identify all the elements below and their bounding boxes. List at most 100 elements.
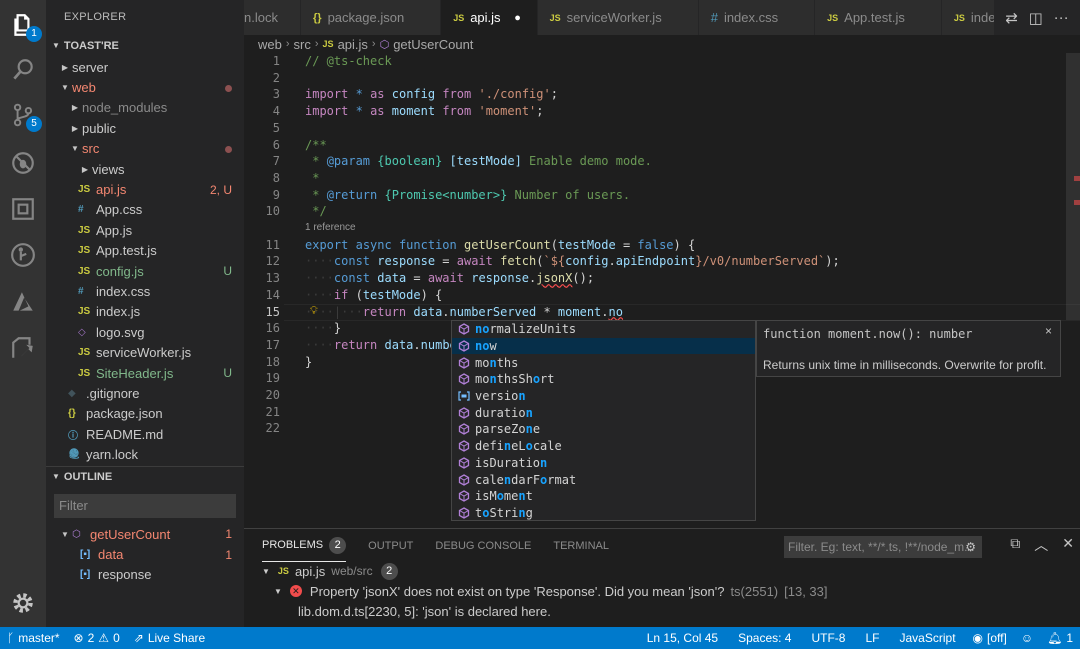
- split-editor-icon[interactable]: ◫: [1029, 9, 1043, 27]
- breadcrumb-item[interactable]: src: [294, 37, 311, 52]
- end-of-line[interactable]: LF: [855, 627, 889, 649]
- workspace-root-header[interactable]: ▼ TOAST'RE: [46, 35, 244, 57]
- open-changes-icon[interactable]: ⇄: [1005, 9, 1018, 27]
- code-line: 1 // @ts-check: [244, 53, 1064, 70]
- feedback-button[interactable]: ☺: [1014, 627, 1040, 649]
- tree-item-config-js[interactable]: JS config.js U: [46, 261, 244, 281]
- tree-item-app-css[interactable]: # App.css: [46, 200, 244, 220]
- live-share-status[interactable]: ⇗ Live Share: [127, 627, 212, 649]
- close-icon[interactable]: ×: [1045, 324, 1052, 338]
- suggestion-label: isMoment: [475, 489, 533, 504]
- close-panel-icon[interactable]: ✕: [1062, 535, 1074, 555]
- variable-icon: [457, 390, 470, 403]
- tree-item--gitignore[interactable]: ◆ .gitignore: [46, 383, 244, 403]
- outline-filter-input[interactable]: Filter: [54, 494, 236, 518]
- tab-index-css[interactable]: # index.css: [698, 0, 816, 35]
- dirty-indicator-icon[interactable]: ●: [511, 12, 525, 24]
- encoding[interactable]: UTF-8: [801, 627, 855, 649]
- settings-gear-icon[interactable]: [8, 588, 38, 618]
- breadcrumb-item[interactable]: web: [258, 37, 282, 52]
- tree-item-serviceworker-js[interactable]: JS serviceWorker.js: [46, 342, 244, 362]
- tree-item-src[interactable]: ▼ src: [46, 139, 244, 159]
- problems-file-row[interactable]: ▼ JS api.js web/src 2: [262, 561, 398, 581]
- azure-icon[interactable]: [8, 287, 38, 317]
- filter-options-icon[interactable]: ⚙: [965, 536, 976, 558]
- collapse-all-icon[interactable]: ⧉: [1010, 535, 1020, 555]
- problem-row[interactable]: ▼ ✕ Property 'jsonX' does not exist on t…: [274, 581, 828, 601]
- tree-item-app-js[interactable]: JS App.js: [46, 220, 244, 240]
- explorer-icon[interactable]: 1: [8, 10, 42, 42]
- outline-item-response[interactable]: [▪] response: [46, 565, 244, 585]
- debug-icon[interactable]: [8, 148, 38, 178]
- maximize-panel-icon[interactable]: ︿: [1034, 535, 1048, 555]
- tab-package-json[interactable]: {} package.json: [301, 0, 442, 35]
- suggestion-item[interactable]: defineLocale: [452, 438, 755, 455]
- tab-label: api.js: [470, 10, 501, 25]
- outline-item-data[interactable]: [▪] data 1: [46, 544, 244, 564]
- code-text: // @ts-check: [305, 54, 392, 68]
- problems-filter-input[interactable]: Filter. Eg: text, **/*.ts, !**/node_m...…: [784, 536, 982, 558]
- breadcrumb-item[interactable]: getUserCount: [393, 37, 473, 52]
- panel-tab-output[interactable]: OUTPUT: [368, 529, 413, 562]
- tab-n-lock[interactable]: n.lock: [244, 0, 301, 35]
- problems-status[interactable]: ⊗ 2 ⚠ 0: [67, 627, 127, 649]
- search-icon[interactable]: [8, 55, 38, 85]
- suggestion-item[interactable]: parseZone: [452, 421, 755, 438]
- panel-tab-problems[interactable]: PROBLEMS 2: [262, 529, 347, 562]
- line-number: 12: [265, 254, 280, 269]
- tree-item-views[interactable]: ▶ views: [46, 159, 244, 179]
- suggestion-item[interactable]: calendarFormat: [452, 471, 755, 488]
- suggestion-item[interactable]: toString: [452, 505, 755, 522]
- more-actions-icon[interactable]: ···: [1054, 9, 1069, 26]
- notifications-button[interactable]: 🔔︎ 1: [1040, 627, 1080, 649]
- tree-item-node-modules[interactable]: ▶ node_modules: [46, 98, 244, 118]
- breadcrumb-item[interactable]: api.js: [338, 37, 368, 52]
- suggestion-item[interactable]: version: [452, 388, 755, 405]
- warning-count: 0: [113, 631, 120, 645]
- tree-item-public[interactable]: ▶ public: [46, 118, 244, 138]
- tree-item-server[interactable]: ▶ server: [46, 57, 244, 77]
- tree-item-web[interactable]: ▼ web: [46, 77, 244, 97]
- related-info-row[interactable]: lib.dom.d.ts[2230, 5]: 'json' is declare…: [298, 601, 551, 621]
- suggestion-item[interactable]: isMoment: [452, 488, 755, 505]
- json-file-icon: {}: [313, 11, 322, 24]
- live-share-icon[interactable]: [8, 333, 38, 363]
- outline-item-getusercount[interactable]: ▼ ⬡ getUserCount 1: [46, 524, 244, 544]
- eye-status[interactable]: ◉ [off]: [966, 627, 1014, 649]
- suggestion-item[interactable]: normalizeUnits: [452, 321, 755, 338]
- tab-api-js[interactable]: JS api.js ●: [441, 0, 538, 35]
- chevron-right-icon: ▶: [61, 62, 69, 72]
- tree-item-index-css[interactable]: # index.css: [46, 281, 244, 301]
- tree-item-app-test-js[interactable]: JS App.test.js: [46, 241, 244, 261]
- tab-serviceworker-js[interactable]: JS serviceWorker.js: [537, 0, 699, 35]
- editor-scrollbar[interactable]: [1066, 53, 1080, 320]
- codelens-references[interactable]: 1 reference: [305, 222, 356, 233]
- tab-app-test-js[interactable]: JS App.test.js: [815, 0, 942, 35]
- extensions-icon[interactable]: [8, 194, 38, 224]
- tree-item-logo-svg[interactable]: ◇ logo.svg: [46, 322, 244, 342]
- outline-header[interactable]: ▼ OUTLINE: [46, 466, 244, 488]
- suggestion-item[interactable]: now: [452, 337, 755, 355]
- tree-item-index-js[interactable]: JS index.js: [46, 302, 244, 322]
- language-mode[interactable]: JavaScript: [890, 627, 966, 649]
- tree-item-siteheader-js[interactable]: JS SiteHeader.js U: [46, 363, 244, 383]
- tree-item-api-js[interactable]: JS api.js 2, U: [46, 179, 244, 199]
- gitlens-icon[interactable]: [8, 240, 38, 270]
- tree-item-yarn-lock[interactable]: 🧶︎ yarn.lock: [46, 444, 244, 464]
- cursor-position[interactable]: Ln 15, Col 45: [637, 627, 728, 649]
- method-icon: [457, 356, 470, 369]
- suggestion-item[interactable]: monthsShort: [452, 371, 755, 388]
- chevron-right-icon: ▶: [71, 103, 79, 113]
- panel-tab-debug-console[interactable]: DEBUG CONSOLE: [435, 529, 531, 562]
- source-control-icon[interactable]: 5: [8, 100, 42, 132]
- chevron-down-icon: ▼: [274, 586, 282, 596]
- branch-status[interactable]: ᚴ master*: [0, 627, 67, 649]
- tree-item-package-json[interactable]: {} package.json: [46, 404, 244, 424]
- tree-item-readme-md[interactable]: ⓘ README.md: [46, 424, 244, 444]
- suggestion-item[interactable]: months: [452, 354, 755, 371]
- suggestion-item[interactable]: isDuration: [452, 455, 755, 472]
- suggestion-item[interactable]: duration: [452, 404, 755, 421]
- panel-tab-terminal[interactable]: TERMINAL: [553, 529, 609, 562]
- indentation[interactable]: Spaces: 4: [728, 627, 801, 649]
- related-info: lib.dom.d.ts[2230, 5]: 'json' is declare…: [298, 603, 551, 619]
